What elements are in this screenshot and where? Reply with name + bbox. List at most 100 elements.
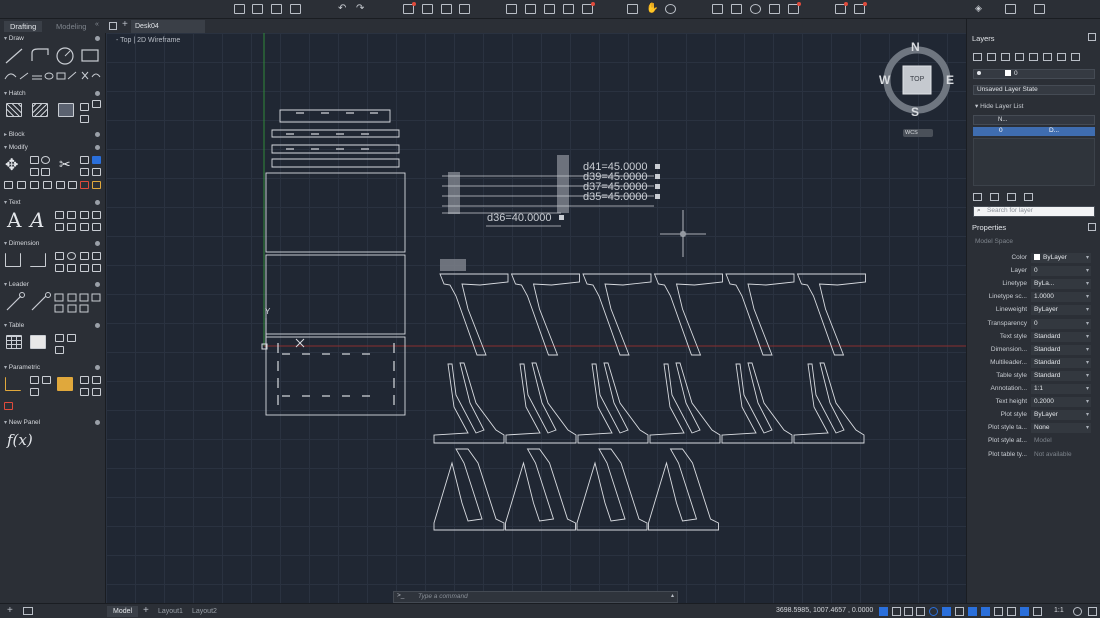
plot-icon[interactable] [403,2,416,14]
new-layout-icon[interactable]: + [143,605,149,616]
folder-icon[interactable] [1007,193,1016,201]
layer-search-input[interactable]: ⌕ Search for layer [973,206,1095,217]
lengthen-icon[interactable] [92,181,101,189]
erase-icon[interactable] [17,181,26,189]
rotate-icon[interactable] [41,156,50,164]
markup-icon[interactable] [788,2,801,14]
dynamic-ucs-icon[interactable] [1007,607,1016,616]
command-line[interactable]: >_ Type a command ▴ [393,591,678,603]
section-draw[interactable]: Draw [4,35,24,42]
layers-expand-icon[interactable] [1088,33,1096,41]
sheet-icon[interactable] [544,4,555,14]
table-icon[interactable] [6,335,22,349]
open-file-icon[interactable] [252,4,263,14]
fix-constraint-icon[interactable] [30,388,39,396]
field-icon[interactable] [80,223,89,231]
property-value[interactable]: 1:1 [1031,384,1091,394]
section-new-panel[interactable]: New Panel [4,419,40,426]
radius-dimension-icon[interactable] [67,252,76,260]
chamfer-icon[interactable] [56,181,65,189]
collapse-palette-icon[interactable]: « [95,21,99,28]
dimensional-constraint-icon[interactable] [80,388,89,396]
grid-icon[interactable] [892,607,901,616]
ordinate-icon[interactable] [80,264,89,272]
property-value[interactable]: ByLayer [1031,410,1091,421]
dimension-d36[interactable]: d36=40.0000 [487,212,552,224]
section-options-icon[interactable] [95,365,100,370]
property-value[interactable]: 0.2000 [1031,397,1091,408]
property-value[interactable]: None [1031,423,1091,434]
current-layer-select[interactable]: 0 [973,69,1095,79]
revcloud-icon[interactable] [80,115,89,123]
tab-layout2[interactable]: Layout2 [186,606,223,617]
tolerance-icon[interactable] [92,264,101,272]
sheet-set-icon[interactable] [563,4,574,14]
section-options-icon[interactable] [95,282,100,287]
publish-icon[interactable] [441,4,452,14]
blocks-panel-icon[interactable] [1005,4,1016,14]
xref-icon[interactable] [769,4,780,14]
property-value[interactable]: 0 [1031,266,1091,277]
tab-layout1[interactable]: Layout1 [152,606,189,617]
property-value[interactable]: 0 [1031,318,1091,329]
customize-icon[interactable] [1088,607,1097,616]
property-value[interactable]: ByLayer [1031,253,1091,263]
scale-icon[interactable] [80,168,89,176]
command-prompt-icon[interactable]: >_ [397,592,404,599]
command-history-icon[interactable]: ▴ [671,592,674,599]
single-line-text-icon[interactable]: A [30,208,44,232]
find-text-icon[interactable] [80,211,89,219]
zoom-scale[interactable]: 1:1 [1054,607,1064,614]
add-layout-icon[interactable]: + [7,605,13,616]
filter-icon[interactable] [990,193,999,201]
layout-icon[interactable] [506,4,517,14]
boundary-icon[interactable] [58,103,74,117]
sheet-manager-icon[interactable] [582,2,595,14]
section-options-icon[interactable] [95,323,100,328]
file-tab-desk04[interactable]: Desk04 [131,20,205,33]
geometric-constraint-icon[interactable] [30,376,39,384]
ortho-icon[interactable] [916,607,925,616]
properties-icon[interactable] [712,4,723,14]
hide-layer-list-toggle[interactable]: ▾ Hide Layer List [975,102,1023,110]
freeze-icon[interactable] [1071,53,1080,61]
section-dimension[interactable]: Dimension [4,240,40,247]
lock-icon[interactable] [57,377,73,391]
export-table-icon[interactable] [55,346,64,354]
app-store-icon[interactable] [835,2,848,14]
coincident-icon[interactable] [42,376,51,384]
save-as-icon[interactable] [290,4,301,14]
wcs-label[interactable]: WCS [905,130,918,136]
section-options-icon[interactable] [95,241,100,246]
properties-panel-icon[interactable] [1034,4,1045,14]
gradient-icon[interactable] [32,103,48,117]
transparency-icon[interactable] [968,607,977,616]
fillet-icon[interactable] [30,168,39,176]
property-value[interactable]: Standard [1031,331,1091,342]
section-table[interactable]: Table [4,322,25,329]
section-leader[interactable]: Leader [4,281,29,288]
settings-icon[interactable] [1073,607,1082,616]
match-properties-icon[interactable] [731,4,742,14]
mtext-icon[interactable]: A [7,208,21,232]
isolate-icon[interactable] [1043,53,1052,61]
layer-states-icon[interactable] [987,53,996,61]
text-style-icon[interactable] [55,211,64,219]
align-icon[interactable] [68,181,77,189]
layer-list[interactable] [973,138,1095,186]
section-block[interactable]: Block [4,131,25,138]
mirror-icon[interactable] [80,156,89,164]
spell-check-icon[interactable] [67,211,76,219]
scale-text-icon[interactable] [55,223,64,231]
print-icon[interactable] [422,4,433,14]
link-data-icon[interactable] [55,334,64,342]
property-value[interactable]: Standard [1031,357,1091,368]
layer-row-0[interactable]: 0 D... [973,127,1095,136]
offset-icon[interactable] [92,168,101,176]
baseline-icon[interactable] [55,264,64,272]
zoom-window-icon[interactable] [627,4,638,14]
file-tabs-menu-icon[interactable] [109,22,117,30]
pan-icon[interactable]: ✋ [646,3,658,14]
section-hatch[interactable]: Hatch [4,90,26,97]
lineweight-icon[interactable] [955,607,964,616]
